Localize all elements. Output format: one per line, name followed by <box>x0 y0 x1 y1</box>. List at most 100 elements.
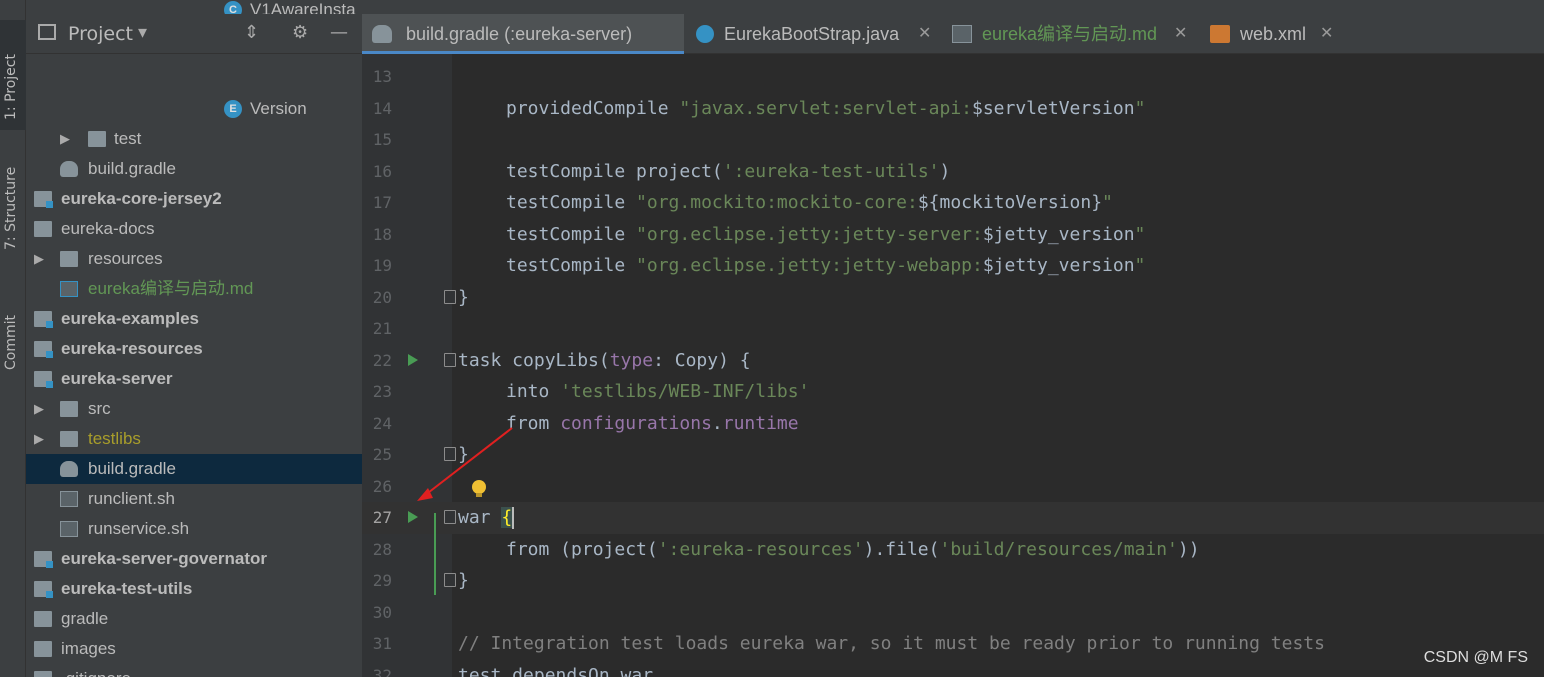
tab-web-xml[interactable]: web.xml ✕ <box>1200 14 1342 54</box>
tree-item[interactable]: ▶ resources <box>26 244 362 274</box>
code-line[interactable]: 19 testCompile "org.eclipse.jetty:jetty-w… <box>362 250 1544 282</box>
tree-item[interactable]: runclient.sh <box>26 484 362 514</box>
tree-item[interactable]: eureka-server <box>26 364 362 394</box>
code-editor[interactable]: 13 14 providedCompile "javax.servlet:servl… <box>362 54 1544 677</box>
code-line[interactable]: 27 war { <box>362 502 1544 534</box>
code-line[interactable]: 15 <box>362 124 1544 156</box>
tree-item[interactable]: E Version <box>26 94 362 124</box>
line-number: 16 <box>372 161 392 181</box>
close-icon[interactable]: ✕ <box>1320 14 1333 54</box>
code-token: )) <box>1177 538 1200 560</box>
expand-arrow-icon[interactable]: ▶ <box>34 244 46 274</box>
fold-marker-icon[interactable] <box>444 510 456 524</box>
tree-item[interactable]: eureka-server-governator <box>26 544 362 574</box>
code-line[interactable]: 17 testCompile "org.mockito:mockito-core:… <box>362 187 1544 219</box>
xml-icon <box>1210 25 1230 43</box>
lightbulb-icon[interactable] <box>472 480 486 497</box>
code-token: " <box>1134 97 1146 119</box>
project-view-icon <box>38 24 56 40</box>
tree-item[interactable]: eureka-docs <box>26 214 362 244</box>
run-gutter-icon[interactable] <box>408 511 418 523</box>
tree-item[interactable]: ▶ src <box>26 394 362 424</box>
fold-marker-icon[interactable] <box>444 447 456 461</box>
tree-item[interactable]: eureka-examples <box>26 304 362 334</box>
code-token: $jetty_version <box>982 223 1135 245</box>
tab-eureka-md[interactable]: eureka编译与启动.md ✕ <box>942 14 1198 54</box>
run-gutter-icon[interactable] <box>408 353 418 366</box>
code-line[interactable]: 23 into 'testlibs/WEB-INF/libs' <box>362 376 1544 408</box>
project-panel-title[interactable]: Project <box>68 23 133 45</box>
tree-item[interactable]: ▶ testlibs <box>26 424 362 454</box>
code-token: 'testlibs/WEB-INF/libs' <box>560 381 810 402</box>
fold-marker-icon[interactable] <box>444 352 456 367</box>
shell-icon <box>60 491 78 507</box>
folder-icon <box>34 611 52 627</box>
tree-item-label: eureka编译与启动.md <box>88 279 254 298</box>
code-line[interactable]: 22 task copyLibs(type: Copy) { <box>362 345 1544 377</box>
expand-arrow-icon[interactable]: ▶ <box>34 394 46 424</box>
code-token: testCompile project( <box>506 160 723 182</box>
fold-marker-icon[interactable] <box>444 289 456 304</box>
code-line[interactable]: 14 providedCompile "javax.servlet:servlet… <box>362 93 1544 125</box>
chevron-down-icon[interactable]: ▾ <box>138 22 147 43</box>
tab-label: eureka编译与启动.md <box>982 24 1158 44</box>
code-line[interactable]: 32 test.dependsOn war <box>362 660 1544 677</box>
tree-item[interactable]: gradle <box>26 604 362 634</box>
line-number: 31 <box>372 634 392 653</box>
close-icon[interactable]: ✕ <box>1174 14 1187 54</box>
code-line[interactable]: 29} <box>362 565 1544 597</box>
tree-item[interactable]: runservice.sh <box>26 514 362 544</box>
minimize-icon[interactable]: — <box>330 22 348 43</box>
tree-item[interactable]: eureka编译与启动.md <box>26 274 362 304</box>
project-panel-header: Project ▾ ⇕ ⚙ — <box>26 14 362 54</box>
tree-item-label: runservice.sh <box>88 519 190 538</box>
tree-item[interactable]: .gitignore <box>26 664 362 677</box>
code-line[interactable]: 26 <box>362 471 1544 503</box>
code-text: } <box>458 439 469 471</box>
code-line[interactable]: 25} <box>362 439 1544 471</box>
tree-item[interactable]: eureka-resources <box>26 334 362 364</box>
tree-item[interactable]: eureka-test-utils <box>26 574 362 604</box>
tool-tab-structure[interactable]: 7: Structure <box>0 150 26 270</box>
code-line[interactable]: 13 <box>362 61 1544 93</box>
tree-item[interactable]: build.gradle <box>26 454 362 484</box>
tab-build-gradle[interactable]: build.gradle (:eureka-server) <box>362 14 684 54</box>
module-folder-icon <box>34 551 53 568</box>
code-line[interactable]: 28 from (project(':eureka-resources').fil… <box>362 534 1544 566</box>
tree-item-label: testlibs <box>88 429 141 448</box>
code-line[interactable]: 21 <box>362 313 1544 345</box>
code-token: ).file( <box>863 538 940 560</box>
tree-item[interactable]: eureka-core-jersey2 <box>26 184 362 214</box>
tool-tab-commit[interactable]: Commit <box>0 290 26 390</box>
markdown-icon <box>60 281 78 297</box>
collapse-all-icon[interactable]: ⇕ <box>244 22 259 43</box>
line-number: 15 <box>372 130 392 149</box>
gradle-icon <box>372 25 392 43</box>
tree-item[interactable]: images <box>26 634 362 664</box>
tab-label: web.xml <box>1240 24 1307 44</box>
code-token: } <box>458 444 469 465</box>
tree-item[interactable]: ▶ test <box>26 124 362 154</box>
code-line[interactable]: 30 <box>362 597 1544 629</box>
tree-item[interactable]: build.gradle <box>26 154 362 184</box>
fold-marker-icon[interactable] <box>444 573 456 587</box>
tab-eureka-bootstrap[interactable]: EurekaBootStrap.java ✕ <box>686 14 940 54</box>
expand-arrow-icon[interactable]: ▶ <box>34 424 46 454</box>
watermark: CSDN @M FS <box>1423 649 1528 666</box>
code-line[interactable]: 20} <box>362 282 1544 314</box>
expand-arrow-icon[interactable]: ▶ <box>60 124 72 154</box>
code-line[interactable]: 24 from configurations.runtime <box>362 408 1544 440</box>
code-token: from (project( <box>506 538 658 560</box>
gear-icon[interactable]: ⚙ <box>292 22 308 43</box>
code-line[interactable]: 18 testCompile "org.eclipse.jetty:jetty-s… <box>362 219 1544 251</box>
code-line[interactable]: 16 testCompile project(':eureka-test-util… <box>362 156 1544 188</box>
code-line[interactable]: 31 // Integration test loads eureka war, … <box>362 628 1544 660</box>
line-number: 22 <box>372 350 392 370</box>
code-token: { <box>501 507 513 528</box>
tree-item-label: gradle <box>61 609 109 628</box>
folder-icon <box>34 641 52 657</box>
module-folder-icon <box>34 371 53 388</box>
tool-tab-project[interactable]: 1: Project <box>0 20 26 130</box>
folder-icon <box>34 221 52 237</box>
close-icon[interactable]: ✕ <box>918 14 931 54</box>
